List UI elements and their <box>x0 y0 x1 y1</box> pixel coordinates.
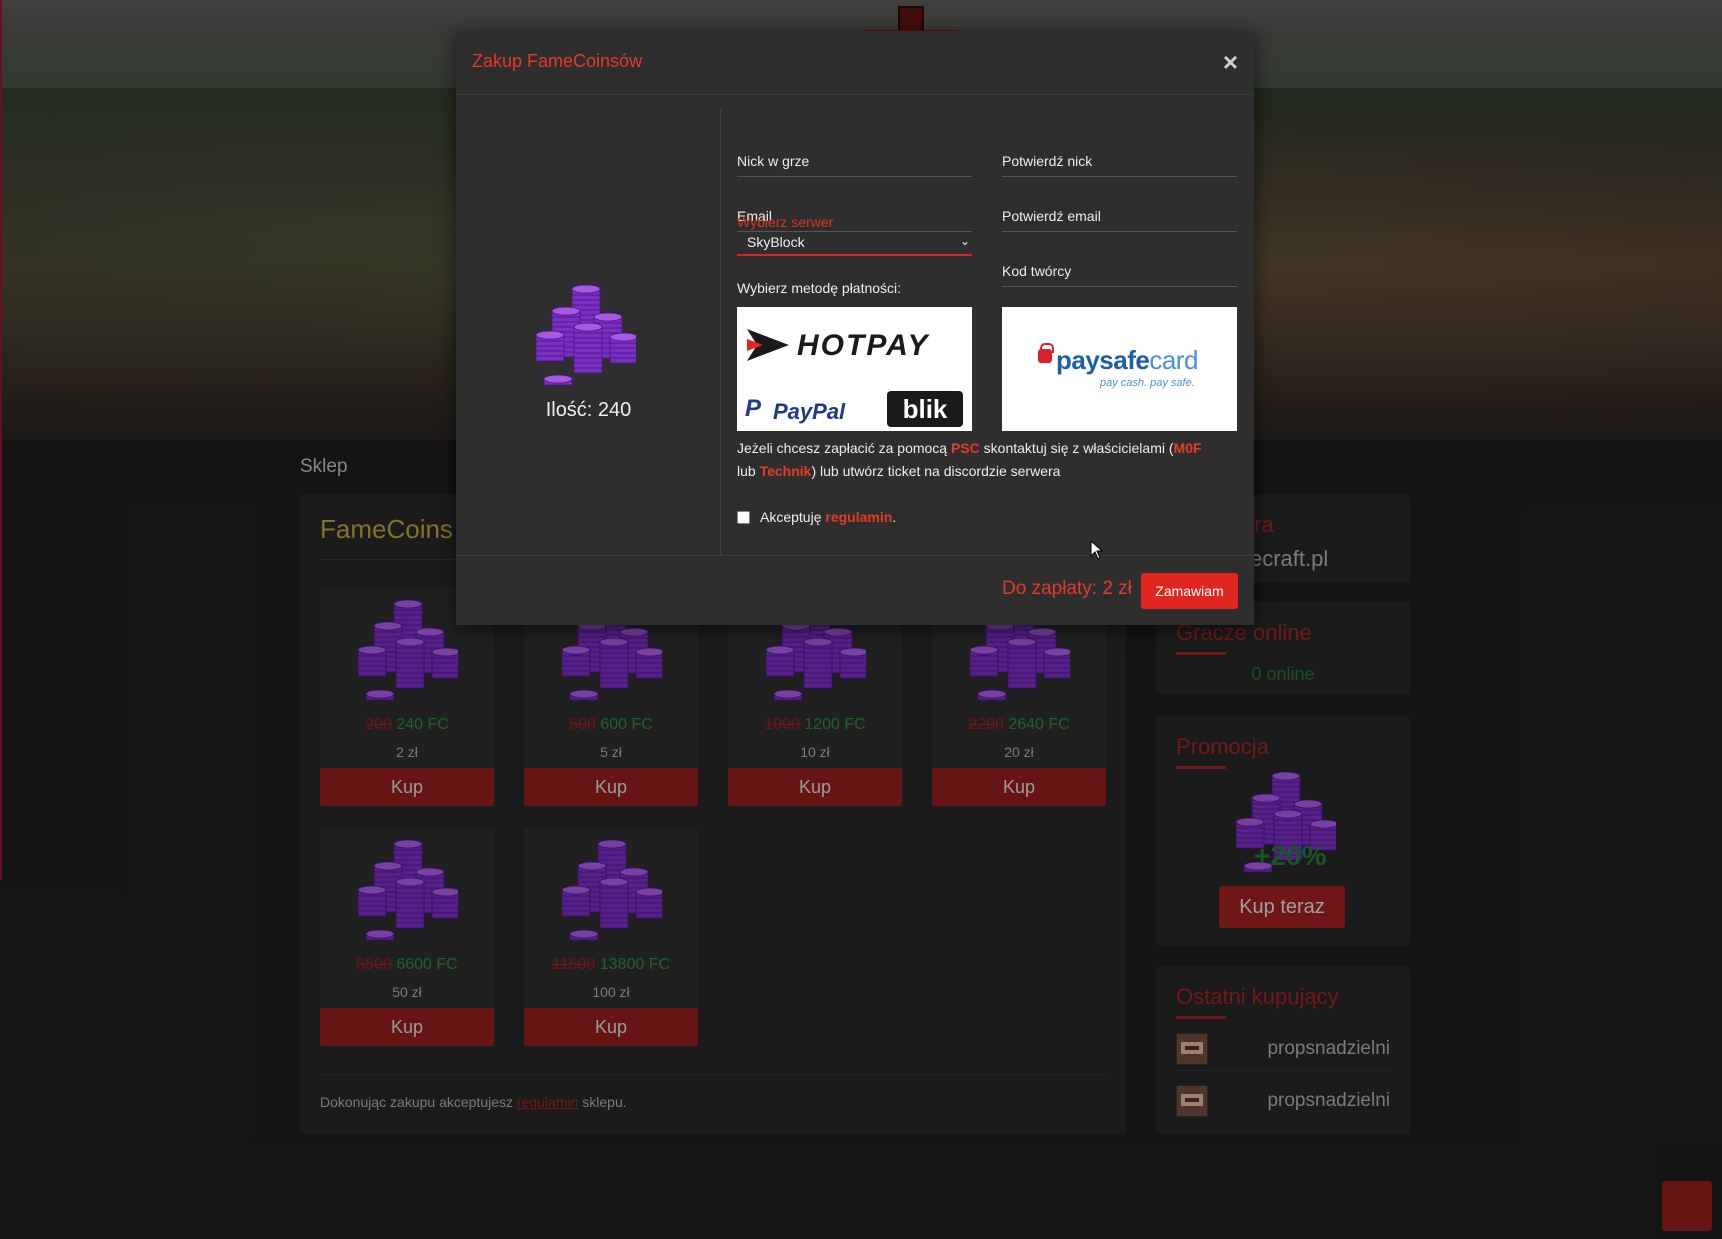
quantity-label: Ilość: 240 <box>545 399 632 421</box>
confirm-nick-field[interactable]: Potwierdź nick <box>1002 143 1237 177</box>
modal-footer: Do zapłaty: 2 zł Zamawiam <box>456 555 1254 625</box>
paysafecard-payment-option[interactable]: paysafecard pay cash. pay safe. <box>1002 307 1237 431</box>
hotpay-logo-icon <box>747 329 789 361</box>
psc-info-text: Jeżeli chcesz zapłacić za pomocą PSC sko… <box>737 440 1202 479</box>
blik-logo: blik <box>887 391 963 427</box>
modal-header: Zakup FameCoinsów × <box>456 31 1254 95</box>
selected-package: Ilość: 240 <box>456 95 721 573</box>
confirm-email-field[interactable]: Potwierdź email <box>1002 198 1237 232</box>
coin-stack-icon <box>536 284 636 386</box>
paypal-icon: P <box>745 395 762 422</box>
server-select[interactable]: Wybierz serwer SkyBlock ⌄ <box>737 214 972 256</box>
total-amount: Do zapłaty: 2 zł <box>1002 578 1132 599</box>
creator-code-field[interactable]: Kod twórcy <box>1002 253 1237 287</box>
lock-icon <box>1038 343 1054 363</box>
owner-link[interactable]: M0F <box>1174 440 1202 456</box>
purchase-modal: Zakup FameCoinsów × Ilość: 240 Nick w gr… <box>456 31 1254 625</box>
hotpay-payment-option[interactable]: HOTPAY P PayPal blik <box>737 307 972 431</box>
owner-link[interactable]: Technik <box>760 463 812 479</box>
accept-terms[interactable]: Akceptuję regulamin. <box>737 509 896 525</box>
chevron-down-icon: ⌄ <box>959 234 970 248</box>
server-selected-value: SkyBlock <box>747 234 805 250</box>
close-icon[interactable]: × <box>1223 49 1238 75</box>
mouse-cursor-icon <box>1090 540 1104 560</box>
terms-checkbox[interactable] <box>737 511 750 524</box>
modal-title: Zakup FameCoinsów <box>472 51 643 71</box>
terms-link[interactable]: regulamin <box>825 509 892 525</box>
payment-method-label: Wybierz metodę płatności: <box>737 280 902 296</box>
order-button[interactable]: Zamawiam <box>1141 573 1238 609</box>
nick-field[interactable]: Nick w grze <box>737 143 972 177</box>
